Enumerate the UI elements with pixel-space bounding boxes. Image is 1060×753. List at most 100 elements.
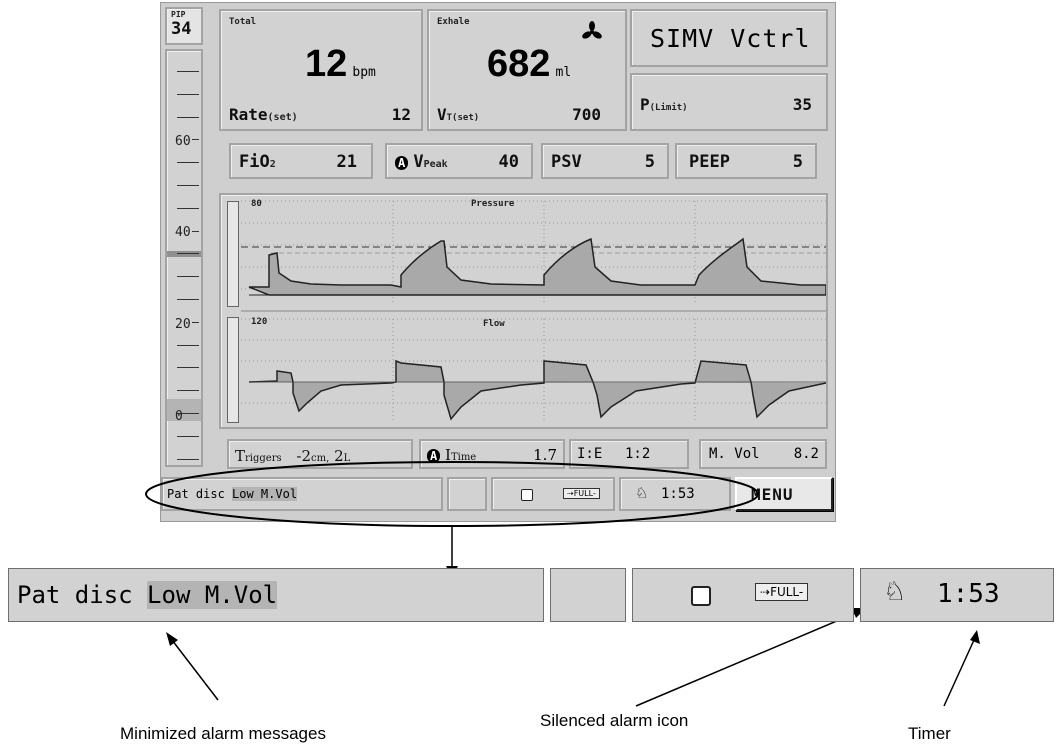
scale-zero-band <box>167 399 201 421</box>
fio2-label: FiO <box>239 152 270 172</box>
itime-auto-badge-icon: A <box>427 449 441 463</box>
zoom-battery-icon: ⇢FULL- <box>755 583 809 601</box>
pressure-top-label: 80 <box>251 199 262 209</box>
zoom-silence-timer: 1:53 <box>937 579 1000 609</box>
silence-timer: 1:53 <box>661 486 695 502</box>
pip-label: PIP <box>171 10 186 19</box>
itime-row: A ITime <box>427 446 476 464</box>
vpeak-label: V <box>413 152 424 172</box>
silence-timer-box[interactable]: ♘ 1:53 <box>619 477 731 511</box>
triggers-label: T <box>235 447 246 465</box>
plimit-value: 35 <box>792 95 812 114</box>
callout-alarm-messages: Minimized alarm messages <box>120 724 326 743</box>
volume-unit: ml <box>555 65 572 80</box>
scale-tick <box>177 93 199 95</box>
itime-value: 1.7 <box>533 446 557 464</box>
peep-value: 5 <box>792 152 803 172</box>
rate-set-label: Rate <box>229 105 268 124</box>
scale-label-0: 0 <box>175 409 183 424</box>
psv-panel[interactable]: PSV 5 <box>541 143 669 179</box>
auto-badge-icon: A <box>395 156 409 170</box>
ie-value: 1:2 <box>625 446 651 462</box>
volume-value: 682 <box>487 43 551 85</box>
callout-timer: Timer <box>908 724 951 743</box>
flow-title: Flow <box>483 319 505 329</box>
rate-set-sub: (set) <box>267 112 298 123</box>
plimit-sub: (Limit) <box>649 103 688 113</box>
triggers-row: Triggers -2cm, 2L <box>235 447 350 465</box>
scale-tick <box>177 435 199 437</box>
volume-panel[interactable]: Exhale 682 ml VT(set) 700 <box>427 9 627 131</box>
rate-set-row: Rate(set) <box>229 105 298 124</box>
mode-panel[interactable]: SIMV Vctrl <box>630 9 828 67</box>
triggers-value: -2 <box>296 447 312 465</box>
vpeak-panel[interactable]: A VPeak 40 <box>385 143 533 179</box>
volume-set-row: VT(set) <box>437 105 479 124</box>
triggers-value2-sub: L <box>343 453 351 464</box>
scale-tick <box>177 162 199 164</box>
zoom-alarm-message-text: Pat disc Low M.Vol <box>17 581 278 609</box>
alarm-message-1: Pat disc <box>167 487 225 501</box>
zoom-power-status-box: ⇢FULL- <box>632 568 854 622</box>
rate-set-value: 12 <box>391 105 411 124</box>
fio2-sub: 2 <box>269 159 276 170</box>
zoom-ac-outlet-icon <box>691 586 711 606</box>
psv-value: 5 <box>644 152 655 172</box>
scale-label-60: 60 <box>174 134 192 149</box>
rate-panel[interactable]: Total 12 bpm Rate(set) 12 <box>219 9 423 131</box>
mvol-panel[interactable]: M. Vol 8.2 <box>699 439 827 469</box>
battery-icon: ⇢FULL- <box>563 488 600 499</box>
callout-silenced-alarm-icon: Silenced alarm icon <box>540 711 689 730</box>
scale-tick <box>177 458 199 460</box>
volume-label: Exhale <box>437 17 470 27</box>
plimit-panel[interactable]: P(Limit) 35 <box>630 73 828 131</box>
battery-label: FULL <box>573 489 593 498</box>
alarm-message-text: Pat disc Low M.Vol <box>167 487 298 501</box>
zoom-silenced-alarm-icon: ♘ <box>883 577 907 607</box>
pressure-title: Pressure <box>471 199 515 209</box>
fio2-panel[interactable]: FiO2 21 <box>229 143 373 179</box>
plimit-label-row: P(Limit) <box>640 95 688 114</box>
status-empty-box <box>447 477 487 511</box>
fio2-value: 21 <box>336 152 357 172</box>
scale-tick <box>177 390 199 392</box>
vpeak-value: 40 <box>498 152 519 172</box>
scale-label-20: 20 <box>174 317 192 332</box>
volume-readout: 682 ml <box>487 43 571 86</box>
pressure-bar-scale: 60 40 20 0 <box>165 49 203 483</box>
waveform-area: 80 Pressure 120 Flow <box>219 193 828 429</box>
fio2-label-row: FiO2 <box>239 152 276 172</box>
alarm-message-area[interactable]: Pat disc Low M.Vol <box>161 477 443 511</box>
mvol-value: 8.2 <box>793 446 819 462</box>
ventilator-screen: PIP 34 60 40 20 0 Total 12 bpm Rate(set)… <box>160 2 836 522</box>
vpeak-sub: Peak <box>423 159 448 170</box>
scale-tick <box>177 367 199 369</box>
volume-set-label: V <box>437 105 447 124</box>
scale-tick <box>177 299 199 300</box>
volume-set-sub: T(set) <box>446 113 480 123</box>
ie-panel[interactable]: I:E 1:2 <box>569 439 689 469</box>
itime-panel[interactable]: A ITime 1.7 <box>419 439 565 469</box>
alarm-message-2: Low M.Vol <box>232 487 298 501</box>
pip-box: PIP 34 <box>165 7 203 45</box>
pressure-side-bar <box>227 201 239 307</box>
ac-outlet-icon <box>521 489 533 501</box>
scale-tick <box>177 116 199 118</box>
waveform-svg <box>241 200 826 423</box>
peep-panel[interactable]: PEEP 5 <box>675 143 817 179</box>
triggers-panel[interactable]: Triggers -2cm, 2L <box>227 439 413 469</box>
rate-label: Total <box>229 17 257 27</box>
scale-tick <box>177 71 199 72</box>
flow-side-bar <box>227 317 239 423</box>
triggers-value2: 2 <box>334 447 344 465</box>
flow-top-label: 120 <box>251 317 268 327</box>
scale-label-40: 40 <box>174 225 192 240</box>
scale-tick <box>177 344 199 346</box>
menu-button[interactable]: MENU <box>735 477 833 511</box>
zoom-silence-timer-box: ♘ 1:53 <box>860 568 1054 622</box>
zoom-alarm-message-area: Pat disc Low M.Vol <box>8 568 544 622</box>
scale-tick <box>177 276 199 278</box>
mode-label: SIMV Vctrl <box>650 24 811 53</box>
status-bar: Pat disc Low M.Vol ⇢FULL- ♘ 1:53 MENU <box>161 477 835 511</box>
fan-icon <box>582 21 602 39</box>
